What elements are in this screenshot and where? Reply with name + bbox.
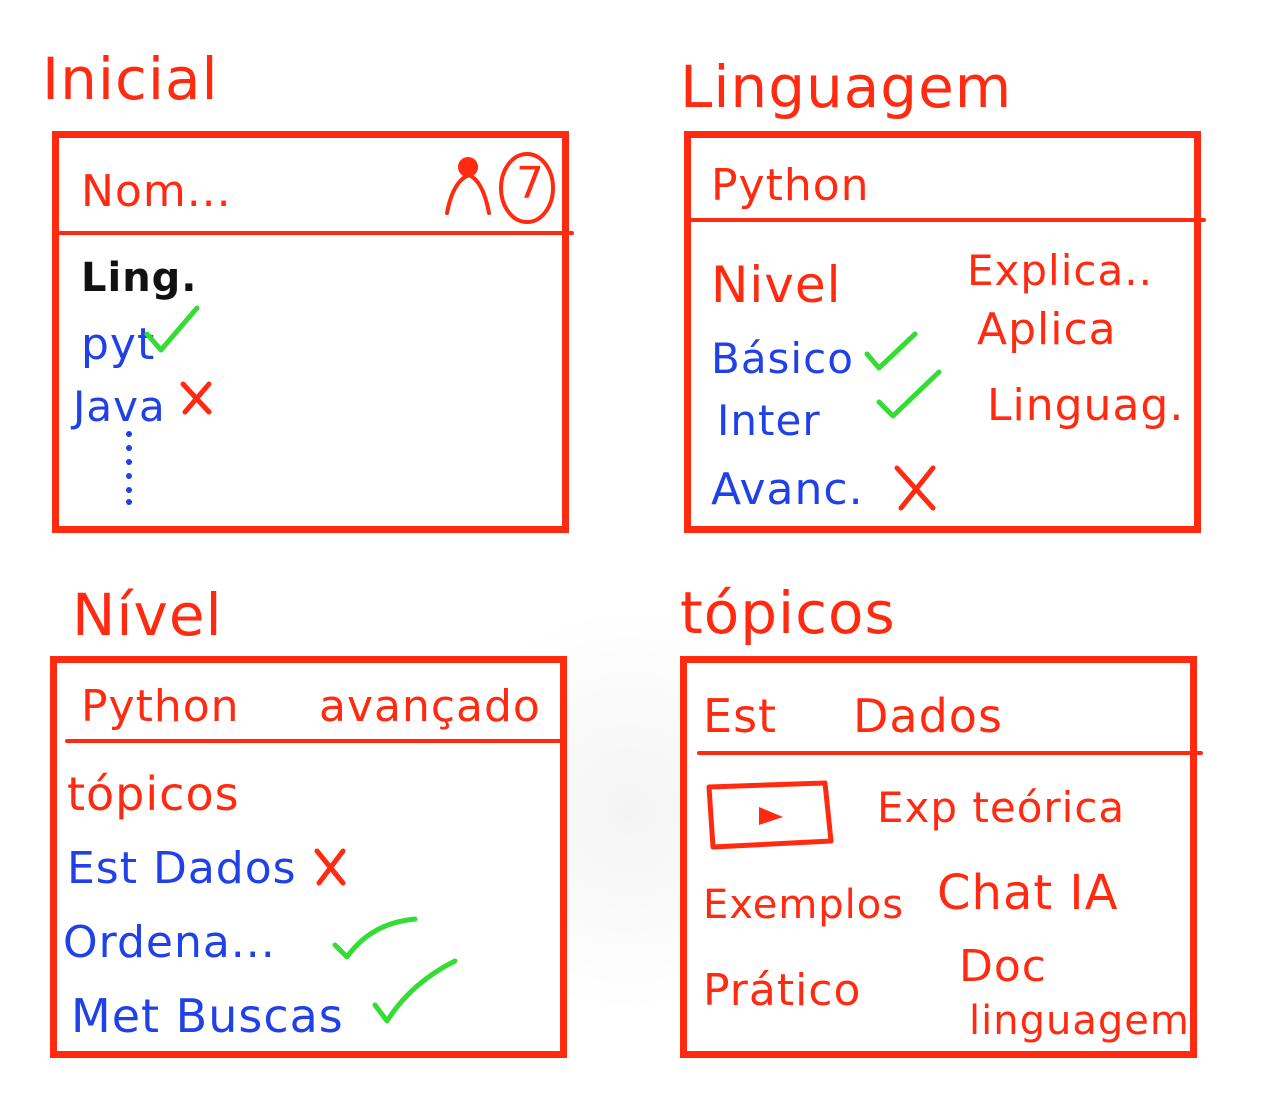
screen-title-linguagem: Linguagem xyxy=(680,53,1013,121)
screen-title-nivel: Nível xyxy=(72,581,223,649)
topics-label: tópicos xyxy=(67,767,240,821)
level-header-level: avançado xyxy=(319,681,541,732)
content-item-doc[interactable]: Doc xyxy=(959,945,1047,989)
screen-inicial: Nom... 7 Ling. pyt Java xyxy=(52,131,574,533)
screen-topicos: Est Dados Exp teórica Exemplos Chat IA P… xyxy=(680,656,1203,1058)
languages-label: Ling. xyxy=(81,255,198,301)
content-item-chat-ia[interactable]: Chat IA xyxy=(937,869,1118,917)
content-item-exp-teorica[interactable]: Exp teórica xyxy=(877,787,1125,829)
content-item-pratico[interactable]: Prático xyxy=(703,969,861,1013)
header-divider xyxy=(697,751,1203,755)
screen-linguagem: Python Nivel Básico Inter Avanc. Explica… xyxy=(684,131,1206,533)
header-divider xyxy=(684,218,1206,222)
header-divider xyxy=(52,231,574,235)
level-label: Nivel xyxy=(711,256,842,314)
language-header: Python xyxy=(711,160,870,211)
user-name-field[interactable]: Nom... xyxy=(81,170,232,214)
content-item-linguagem[interactable]: linguagem xyxy=(969,1001,1190,1041)
notification-count: 7 xyxy=(516,158,545,209)
check-icon xyxy=(144,305,200,353)
menu-item-aplica[interactable]: Aplica xyxy=(977,308,1117,352)
screen-title-inicial: Inicial xyxy=(42,45,219,113)
video-player[interactable] xyxy=(703,779,837,855)
check-icon xyxy=(876,369,942,419)
topic-item-ordenacao[interactable]: Ordena... xyxy=(63,921,276,965)
header-divider xyxy=(65,739,565,743)
menu-item-linguagem[interactable]: Linguag. xyxy=(987,384,1184,428)
x-icon xyxy=(894,465,936,511)
x-icon xyxy=(180,381,212,415)
topic-item-met-buscas[interactable]: Met Buscas xyxy=(71,993,344,1039)
more-items-ellipsis xyxy=(126,431,132,505)
language-item-java[interactable]: Java xyxy=(73,386,166,428)
level-header-language: Python xyxy=(81,681,240,732)
check-icon xyxy=(372,958,458,1024)
screen-nivel: Python avançado tópicos Est Dados Ordena… xyxy=(50,656,567,1058)
content-item-exemplos[interactable]: Exemplos xyxy=(703,885,904,925)
topic-item-est-dados[interactable]: Est Dados xyxy=(67,847,297,891)
topic-header-right: Dados xyxy=(853,689,1003,743)
topic-header: Est xyxy=(703,689,778,743)
play-icon xyxy=(759,807,783,825)
level-item-avancado[interactable]: Avanc. xyxy=(711,468,864,512)
screen-title-topicos: tópicos xyxy=(680,579,896,647)
x-icon xyxy=(314,848,346,886)
level-item-basico[interactable]: Básico xyxy=(711,338,854,380)
level-item-inter[interactable]: Inter xyxy=(717,400,821,442)
menu-item-explica[interactable]: Explica.. xyxy=(967,250,1153,292)
